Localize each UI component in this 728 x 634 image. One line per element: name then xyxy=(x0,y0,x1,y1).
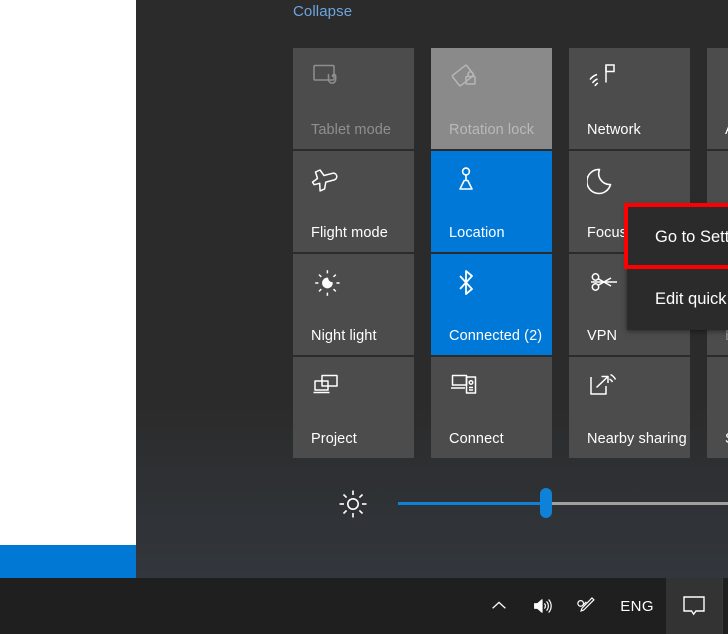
chevron-up-icon xyxy=(489,596,509,616)
quick-action-tile-all-settings[interactable]: All settings xyxy=(707,48,728,149)
language-label: ENG xyxy=(620,597,654,615)
action-center-icon xyxy=(681,594,707,618)
brightness-control xyxy=(293,483,728,538)
quick-action-tile-label: Nearby sharing xyxy=(587,431,687,447)
speaker-icon xyxy=(531,595,553,617)
location-icon xyxy=(449,163,483,197)
brightness-slider-fill xyxy=(398,502,546,505)
quick-action-tile-tablet-mode[interactable]: Tablet mode xyxy=(293,48,414,149)
quick-action-tile-label: Network xyxy=(587,122,641,138)
language-indicator[interactable]: ENG xyxy=(608,578,666,634)
rotation-lock-icon xyxy=(449,60,483,94)
nearby-sharing-icon xyxy=(587,369,621,403)
show-hidden-icons-button[interactable] xyxy=(478,578,520,634)
quick-action-tile-label: Connect xyxy=(449,431,504,447)
context-menu-item-go-to-settings[interactable]: Go to Settings xyxy=(627,206,728,268)
system-tray: ENG xyxy=(478,578,728,634)
quick-action-tile-project[interactable]: Project xyxy=(293,357,414,458)
project-icon xyxy=(311,369,345,403)
pen-icon xyxy=(575,595,597,617)
volume-button[interactable] xyxy=(520,578,564,634)
pen-menu-button[interactable] xyxy=(564,578,608,634)
quick-action-tile-label: VPN xyxy=(587,328,618,344)
quick-action-tile-rotation-lock[interactable]: Rotation lock xyxy=(431,48,552,149)
quick-action-tile-screen-snip[interactable]: Screen snip xyxy=(707,357,728,458)
show-desktop-button[interactable] xyxy=(722,578,728,634)
collapse-button[interactable]: Collapse xyxy=(293,3,352,20)
quick-action-tile-label: Flight mode xyxy=(311,225,388,241)
quick-action-tile-label: Night light xyxy=(311,328,377,344)
quick-action-tile-night-light[interactable]: Night light xyxy=(293,254,414,355)
collapse-row: Collapse xyxy=(293,3,352,21)
brightness-slider-thumb[interactable] xyxy=(540,488,552,518)
action-center-panel: Collapse Tablet mode Rotation lock Network… xyxy=(136,0,728,578)
quick-action-tile-label: Project xyxy=(311,431,357,447)
quick-action-tile-location[interactable]: Location xyxy=(431,151,552,252)
quick-action-tile-nearby-sharing[interactable]: Nearby sharing xyxy=(569,357,690,458)
desktop-accent-bar xyxy=(0,545,136,578)
network-icon xyxy=(587,60,621,94)
context-menu-item-edit-quick-actions[interactable]: Edit quick actions xyxy=(627,268,728,330)
connect-icon xyxy=(449,369,483,403)
bluetooth-icon xyxy=(449,266,483,300)
brightness-slider[interactable] xyxy=(398,488,728,518)
quick-action-tile-connect[interactable]: Connect xyxy=(431,357,552,458)
quick-action-tile-label: Rotation lock xyxy=(449,122,535,138)
quick-action-tile-label: Location xyxy=(449,225,505,241)
context-menu: Go to Settings Edit quick actions xyxy=(627,206,728,330)
brightness-icon xyxy=(337,488,369,520)
quick-action-tile-network[interactable]: Network xyxy=(569,48,690,149)
tablet-mode-icon xyxy=(311,60,345,94)
taskbar: ENG xyxy=(0,578,728,634)
flight-mode-icon xyxy=(311,163,345,197)
desktop-background xyxy=(0,0,136,545)
action-center-button[interactable] xyxy=(666,578,722,634)
screen: Collapse Tablet mode Rotation lock Network… xyxy=(0,0,728,634)
vpn-icon xyxy=(587,266,621,300)
quick-action-tile-label: Tablet mode xyxy=(311,122,392,138)
quick-action-tile-connected-2[interactable]: Connected (2) xyxy=(431,254,552,355)
moon-icon xyxy=(586,163,621,197)
quick-action-tile-label: Connected (2) xyxy=(449,328,543,344)
quick-action-tile-flight-mode[interactable]: Flight mode xyxy=(293,151,414,252)
night-light-icon xyxy=(311,266,345,300)
